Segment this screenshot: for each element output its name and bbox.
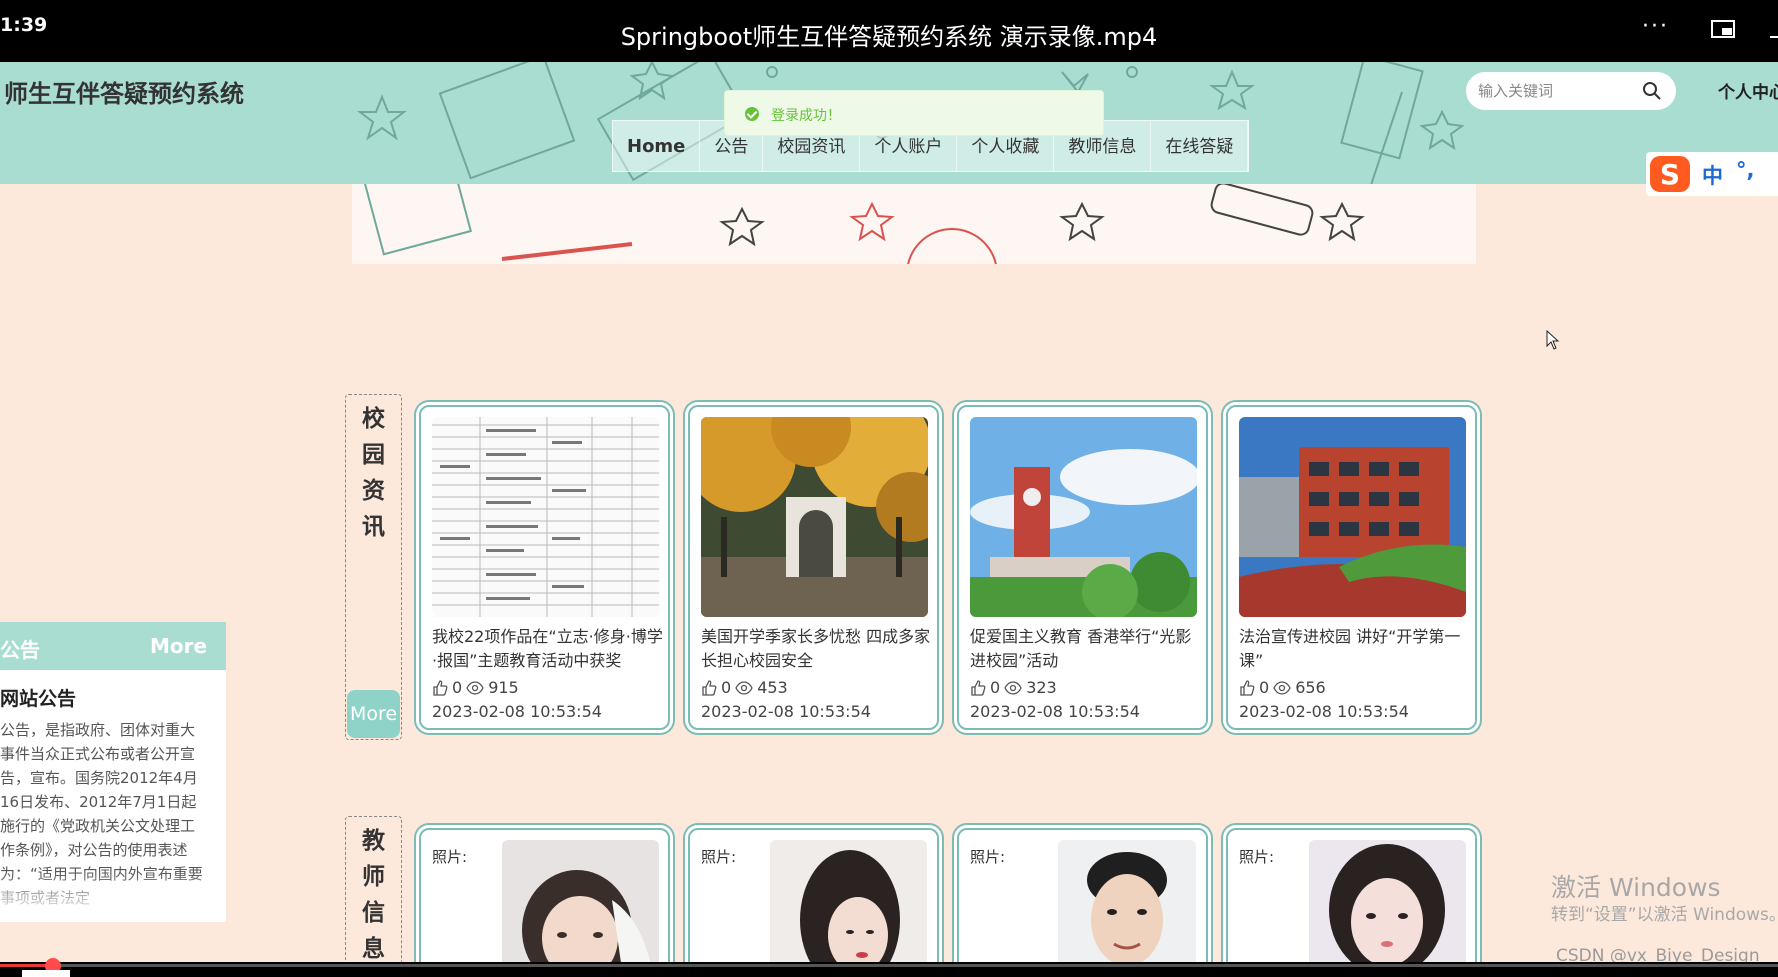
news-stats: 0 915 xyxy=(432,678,519,697)
teacher-card[interactable]: 照片: xyxy=(1226,828,1477,977)
minimize-icon[interactable] xyxy=(1770,36,1778,38)
photo-label: 照片: xyxy=(432,848,468,866)
sogou-s-icon: S xyxy=(1650,156,1690,192)
ime-mode: 中 xyxy=(1702,164,1723,188)
like-count: 0 xyxy=(1259,678,1270,697)
news-stats: 0 453 xyxy=(701,678,788,697)
ime-toolbar[interactable]: S 中 °, xyxy=(1646,152,1778,196)
banner-doodles xyxy=(361,184,1365,264)
eye-icon xyxy=(1273,680,1291,695)
ime-punctuation: °, xyxy=(1736,158,1755,182)
news-date: 2023-02-08 10:53:54 xyxy=(1239,702,1409,721)
banner-image xyxy=(352,184,1476,264)
picture-in-picture-icon[interactable] xyxy=(1711,20,1735,38)
news-card[interactable]: 美国开学季家长多忧愁 四成多家长担心校园安全 0 453 2023-02-08 … xyxy=(688,405,939,730)
news-image xyxy=(432,417,659,617)
notice-more-link[interactable]: More xyxy=(150,634,207,658)
teacher-photo xyxy=(1058,840,1196,970)
news-image xyxy=(970,417,1197,617)
news-section-title: 校园资讯 xyxy=(362,406,385,540)
view-count: 323 xyxy=(1026,678,1057,697)
search-box xyxy=(1466,72,1676,110)
news-card[interactable]: 我校22项作品在“立志·修身·博学·报国”主题教育活动中获奖 0 915 202… xyxy=(419,405,670,730)
teacher-section-label: 教师信息 xyxy=(345,816,402,966)
thumbs-up-icon[interactable] xyxy=(1239,679,1255,696)
notice-title[interactable]: 网站公告 xyxy=(0,684,76,711)
notice-fade xyxy=(0,872,226,916)
progress-thumbnail-marker xyxy=(22,970,70,977)
teacher-photo xyxy=(770,840,927,970)
notice-card: 公告 More 网站公告 公告，是指政府、团体对重大事件当众正式公布或者公开宣告… xyxy=(0,622,226,922)
news-stats: 0 656 xyxy=(1239,678,1326,697)
nav-home[interactable]: Home xyxy=(613,121,701,171)
notice-header: 公告 More xyxy=(0,622,226,670)
svg-text:S: S xyxy=(1660,158,1680,191)
thumbs-up-icon[interactable] xyxy=(701,679,717,696)
teacher-card[interactable]: 照片: xyxy=(957,828,1208,977)
eye-icon xyxy=(466,680,484,695)
teacher-card[interactable]: 照片: xyxy=(688,828,939,977)
teacher-photo xyxy=(502,840,659,970)
view-count: 915 xyxy=(488,678,519,697)
user-center-link[interactable]: 个人中心 xyxy=(1718,78,1778,103)
video-progress-bar[interactable] xyxy=(0,964,1778,967)
like-count: 0 xyxy=(721,678,732,697)
thumbs-up-icon[interactable] xyxy=(432,679,448,696)
news-stats: 0 323 xyxy=(970,678,1057,697)
video-player-top-bar: 1:39 Springboot师生互伴答疑预约系统 演示录像.mp4 ··· xyxy=(0,0,1778,62)
like-count: 0 xyxy=(452,678,463,697)
success-check-icon xyxy=(745,107,759,121)
thumbs-up-icon[interactable] xyxy=(970,679,986,696)
teacher-section-title: 教师信息 xyxy=(362,828,385,962)
windows-activation-hint: 转到“设置”以激活 Windows。 xyxy=(1551,905,1778,925)
news-date: 2023-02-08 10:53:54 xyxy=(432,702,602,721)
nav-online-qa[interactable]: 在线答疑 xyxy=(1151,121,1249,171)
news-date: 2023-02-08 10:53:54 xyxy=(970,702,1140,721)
news-title: 促爱国主义教育 香港举行“光影进校园”活动 xyxy=(970,627,1192,670)
news-image xyxy=(1239,417,1466,617)
view-count: 656 xyxy=(1295,678,1326,697)
photo-label: 照片: xyxy=(701,848,737,866)
search-icon[interactable] xyxy=(1642,81,1662,101)
eye-icon xyxy=(735,680,753,695)
toast-message: 登录成功！ xyxy=(771,108,841,124)
photo-label: 照片: xyxy=(970,848,1006,866)
news-card[interactable]: 促爱国主义教育 香港举行“光影进校园”活动 0 323 2023-02-08 1… xyxy=(957,405,1208,730)
windows-activation-title: 激活 Windows xyxy=(1551,873,1721,902)
news-date: 2023-02-08 10:53:54 xyxy=(701,702,871,721)
news-more-button[interactable]: More xyxy=(347,690,400,738)
login-success-toast: 登录成功！ xyxy=(724,90,1104,136)
video-title: Springboot师生互伴答疑预约系统 演示录像.mp4 xyxy=(620,23,1158,51)
teacher-photo xyxy=(1309,840,1466,970)
view-count: 453 xyxy=(757,678,788,697)
news-title: 法治宣传进校园 讲好“开学第一课” xyxy=(1239,627,1461,670)
notice-header-title: 公告 xyxy=(0,638,40,662)
teacher-card[interactable]: 照片: xyxy=(419,828,670,977)
more-options-icon[interactable]: ··· xyxy=(1642,14,1669,39)
news-section-label: 校园资讯 More xyxy=(345,394,402,740)
like-count: 0 xyxy=(990,678,1001,697)
news-title: 我校22项作品在“立志·修身·博学·报国”主题教育活动中获奖 xyxy=(432,627,663,670)
mouse-cursor-icon xyxy=(1546,330,1560,350)
site-title: 师生互伴答疑预约系统 xyxy=(4,80,244,108)
news-image xyxy=(701,417,928,617)
news-title: 美国开学季家长多忧愁 四成多家长担心校园安全 xyxy=(701,627,931,670)
eye-icon xyxy=(1004,680,1022,695)
news-card[interactable]: 法治宣传进校园 讲好“开学第一课” 0 656 2023-02-08 10:53… xyxy=(1226,405,1477,730)
search-input[interactable] xyxy=(1478,72,1638,110)
photo-label: 照片: xyxy=(1239,848,1275,866)
